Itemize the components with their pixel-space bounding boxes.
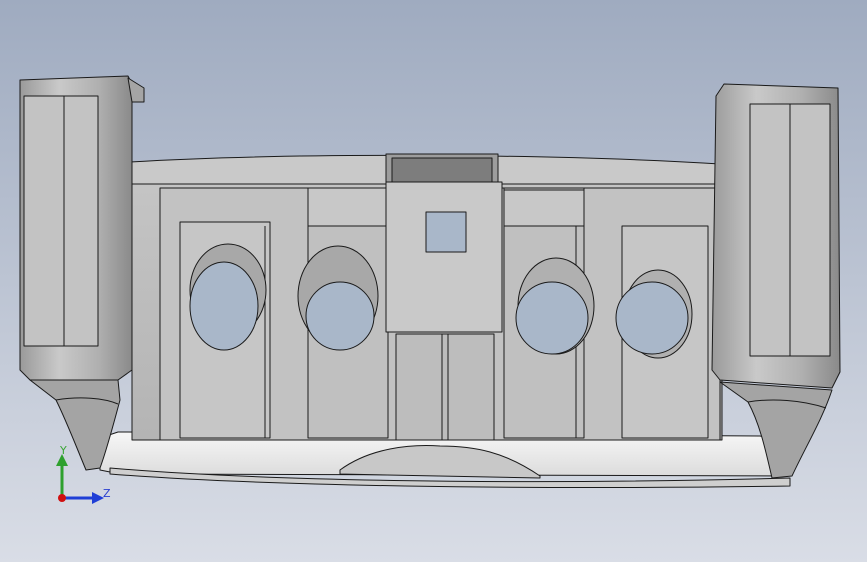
left-tower-inner-cylinder[interactable] [23, 95, 99, 347]
top-block-left[interactable] [307, 187, 389, 227]
mounting-hole-2[interactable] [305, 281, 375, 351]
triad-origin-icon [58, 494, 66, 502]
graphics-viewport[interactable]: Y Z [0, 0, 867, 562]
center-slot-inner[interactable] [391, 157, 493, 183]
center-connector-block[interactable] [385, 181, 503, 333]
model-scene[interactable]: Y Z [0, 0, 867, 562]
top-block-right[interactable] [503, 189, 585, 227]
mounting-hole-1[interactable] [189, 261, 259, 351]
triad-y-label: Y [59, 444, 67, 457]
triad-z-label: Z [103, 487, 111, 500]
mounting-hole-3[interactable] [515, 281, 589, 355]
center-square-window[interactable] [425, 211, 467, 253]
mounting-hole-4[interactable] [615, 281, 689, 355]
center-lower-stem[interactable] [395, 333, 495, 441]
